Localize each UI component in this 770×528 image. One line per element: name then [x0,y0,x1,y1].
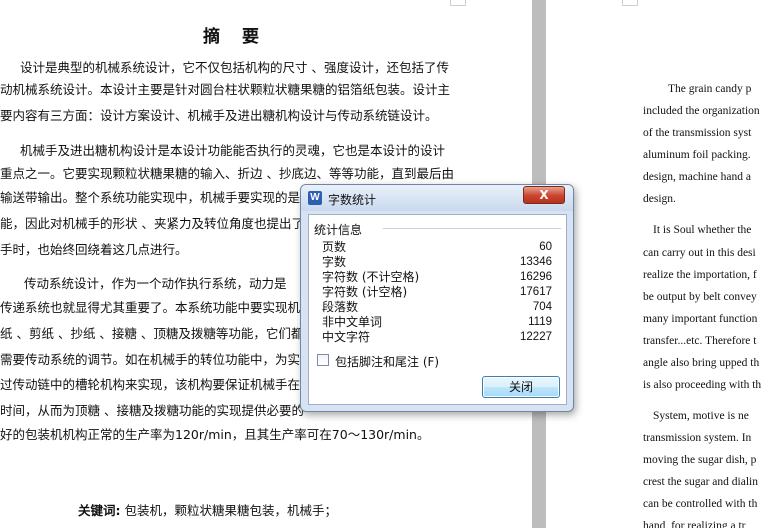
page-corner-mark [622,0,638,6]
english-line: can be controlled with th [643,498,758,510]
dialog-title-bar[interactable]: W 字数统计 X [301,185,573,211]
include-footnotes-checkbox[interactable] [317,354,329,366]
close-button[interactable]: 关闭 [482,376,560,398]
english-line: design, machine hand a [643,171,751,183]
keywords-label: 关键词: [78,503,121,518]
paragraph-line: 动机械系统设计。本设计主要是针对圆台柱状颗粒状糖果糖的铝箔纸包装。设计主 [0,82,451,97]
stat-label: 页数 [322,240,347,254]
stat-row-pages: 页数 60 [322,240,552,255]
stat-value: 1119 [528,316,552,328]
english-line: aluminum foil packing. [643,149,751,161]
paragraph-line: 重点之一。它要实现颗粒状糖果糖的输入、折边 、抄底边、等等功能，直到最后由 [0,166,454,181]
paragraph-line: 机械手及进出糖机构设计是本设计功能能否执行的灵魂，它也是本设计的设计 [20,143,446,158]
stat-value: 16296 [520,271,552,283]
english-line: System, motive is ne [653,410,749,422]
paragraph-line: 手时，也始终回绕着这几点进行。 [0,242,188,257]
close-icon[interactable]: X [523,186,565,204]
english-line: many important function [643,313,758,325]
english-line: realize the importation, f [643,269,757,281]
word-count-dialog[interactable]: W 字数统计 X 统计信息 页数 60 字数 13346 字符数 (不计空格) … [300,184,574,412]
english-line: is also proceeding with th [643,379,762,391]
stat-label: 中文字符 [322,330,371,344]
stat-label: 字数 [322,255,347,269]
english-line: transfer...etc. Therefore t [643,335,757,347]
stat-value: 13346 [520,256,552,268]
keywords-text: 包装机，颗粒状糖果糖包装，机械手； [124,503,337,518]
english-line: hand, for realizing a tr [643,520,746,528]
stat-row-chars-no-spaces: 字符数 (不计空格) 16296 [322,270,552,285]
dialog-title: 字数统计 [328,193,377,207]
stat-row-non-chinese-words: 非中文单词 1119 [322,315,552,330]
group-divider [383,228,561,229]
paragraph-line: 要内容有三方面：设计方案设计、机械手及进出糖机构设计与传动系统链设计。 [0,108,438,123]
stat-label: 段落数 [322,300,359,314]
english-line: angle also bring upped th [643,357,760,369]
stat-row-words: 字数 13346 [322,255,552,270]
english-line: design. [643,193,676,205]
english-line: The grain candy p [668,83,752,95]
paragraph-line: 纸 、剪纸 、抄纸 、接糖 、顶糖及拨糖等功能，它们都靠 [0,326,316,341]
english-line: included the organization [643,105,760,117]
paragraph-line: 需要传动系统的调节。如在机械手的转位功能中，为实 [0,352,301,367]
stat-value: 704 [532,301,552,313]
document-page-english: The grain candy p included the organizat… [546,0,770,528]
stat-row-chinese-chars: 中文字符 12227 [322,330,552,345]
stat-row-paragraphs: 段落数 704 [322,300,552,315]
paragraph-line: 好的包装机机构正常的生产率为120r/min，且其生产率可在70～130r/mi… [0,427,430,442]
english-line: It is Soul whether the [653,224,752,236]
paragraph-line: 过传动链中的槽轮机构来实现，该机构要保证机械手在 [0,377,301,392]
english-line: can carry out in this desi [643,247,756,259]
include-footnotes-label[interactable]: 包括脚注和尾注 (F) [335,353,439,370]
stat-row-chars-with-spaces: 字符数 (计空格) 17617 [322,285,552,300]
dialog-body: 统计信息 页数 60 字数 13346 字符数 (不计空格) 16296 字符数… [308,214,567,405]
stat-label: 字符数 (不计空格) [322,270,420,284]
english-line: be output by belt convey [643,291,757,303]
english-line: transmission system. In [643,432,752,444]
keywords-line: 关键词: 包装机，颗粒状糖果糖包装，机械手； [78,500,337,519]
english-line: moving the sugar dish, p [643,454,757,466]
page-corner-mark [450,0,466,6]
stat-value: 12227 [520,331,552,343]
paragraph-line: 能，因此对机械手的形状 、夹紧力及转位角度也提出了 [0,216,304,231]
stat-label: 非中文单词 [322,315,383,329]
paragraph-line: 时间，从而为顶糖 、接糖及拨糖功能的实现提供必要的 [0,403,304,418]
paragraph-line: 传动系统设计，作为一个动作执行系统，动力是 [24,276,287,291]
stat-value: 60 [539,241,552,253]
paragraph-line: 输送带输出。整个系统功能实现中，机械手要实现的是 [0,190,301,205]
stat-value: 17617 [520,286,552,298]
paragraph-line: 设计是典型的机械系统设计，它不仅包括机构的尺寸 、强度设计，还包括了传 [20,60,449,75]
english-line: of the transmission syst [643,127,752,139]
english-line: crest the sugar and dialin [643,476,758,488]
paragraph-line: 传递系统也就显得尤其重要了。本系统功能中要实现机 [0,300,301,315]
wps-writer-icon: W [308,191,322,205]
stats-group-label: 统计信息 [314,223,363,237]
stat-label: 字符数 (计空格) [322,285,408,299]
page-title: 摘 要 [203,27,267,47]
